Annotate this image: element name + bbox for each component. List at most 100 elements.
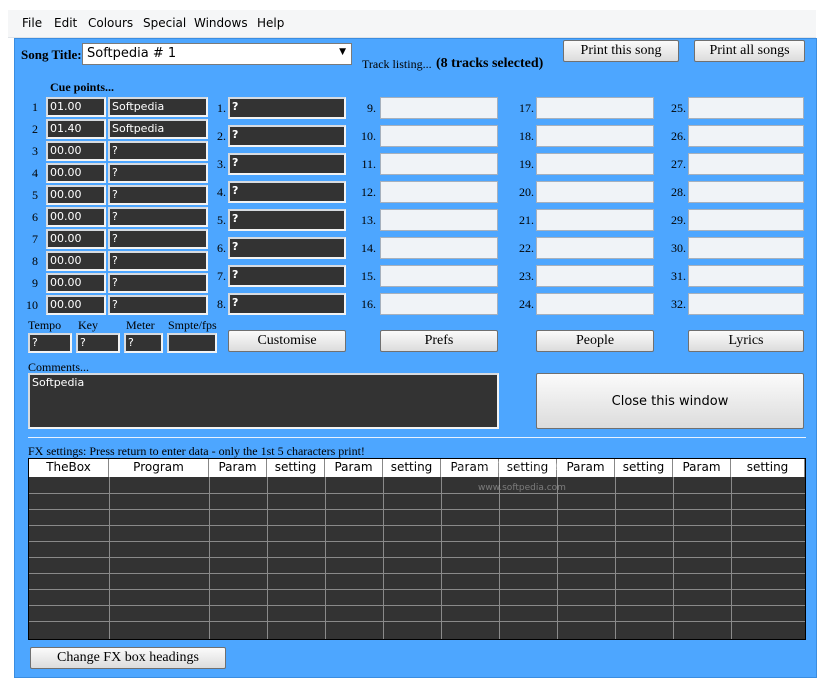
close-window-button[interactable]: Close this window (536, 373, 804, 429)
cue-name-input[interactable]: ? (108, 185, 208, 205)
fx-column-header[interactable]: Param (325, 459, 383, 477)
fx-column-header[interactable]: Param (557, 459, 615, 477)
track-number: 27. (671, 157, 686, 171)
fx-column-header[interactable]: Program (109, 459, 209, 477)
customise-button[interactable]: Customise (228, 330, 346, 352)
cue-time-input[interactable]: 00.00 (46, 185, 106, 205)
track-input[interactable] (536, 97, 654, 119)
track-input[interactable] (688, 265, 804, 287)
meter-label: Meter (126, 318, 155, 332)
cue-time-input[interactable]: 01.00 (46, 97, 106, 117)
fx-column-header[interactable]: setting (267, 459, 325, 477)
fx-table-body[interactable] (29, 477, 805, 639)
cue-name-input[interactable]: Softpedia (108, 119, 208, 139)
fx-column-line (441, 477, 442, 639)
track-number: 7. (217, 269, 226, 283)
track-input[interactable] (380, 181, 498, 203)
track-number: 29. (671, 213, 686, 227)
track-input[interactable] (380, 153, 498, 175)
tracks-selected-count: (8 tracks selected) (436, 56, 544, 71)
meter-input[interactable]: ? (124, 333, 163, 353)
track-number: 31. (671, 269, 686, 283)
track-input[interactable]: ? (228, 293, 346, 315)
track-input[interactable]: ? (228, 97, 346, 119)
lyrics-button[interactable]: Lyrics (688, 330, 804, 352)
comments-textarea[interactable]: Softpedia (28, 373, 499, 429)
track-number: 16. (361, 297, 376, 311)
fx-column-header[interactable]: TheBox (29, 459, 109, 477)
fx-column-line (267, 477, 268, 639)
track-input[interactable] (688, 125, 804, 147)
track-number: 12. (361, 185, 376, 199)
track-input[interactable] (380, 265, 498, 287)
cue-time-input[interactable]: 00.00 (46, 229, 106, 249)
menu-colours[interactable]: Colours (88, 16, 133, 30)
track-input[interactable]: ? (228, 265, 346, 287)
menu-windows[interactable]: Windows (194, 16, 248, 30)
track-input[interactable] (688, 237, 804, 259)
track-input[interactable] (380, 125, 498, 147)
track-input[interactable] (688, 293, 804, 315)
key-input[interactable]: ? (76, 333, 120, 353)
track-input[interactable]: ? (228, 125, 346, 147)
smpte-input[interactable] (167, 333, 217, 353)
track-input[interactable]: ? (228, 153, 346, 175)
fx-column-header[interactable]: setting (615, 459, 673, 477)
cue-name-input[interactable]: Softpedia (108, 97, 208, 117)
change-fx-headings-button[interactable]: Change FX box headings (30, 647, 226, 669)
track-input[interactable]: ? (228, 181, 346, 203)
tempo-input[interactable]: ? (28, 333, 72, 353)
fx-column-line (209, 477, 210, 639)
cue-time-input[interactable]: 00.00 (46, 251, 106, 271)
track-input[interactable] (536, 265, 654, 287)
track-input[interactable] (380, 209, 498, 231)
menu-help[interactable]: Help (257, 16, 284, 30)
track-input[interactable] (380, 237, 498, 259)
fx-row-line (29, 621, 805, 622)
cue-time-input[interactable]: 00.00 (46, 207, 106, 227)
track-input[interactable] (536, 237, 654, 259)
fx-column-header[interactable]: Param (673, 459, 731, 477)
cue-name-input[interactable]: ? (108, 141, 208, 161)
track-input[interactable] (380, 293, 498, 315)
track-input[interactable]: ? (228, 209, 346, 231)
track-input[interactable] (688, 97, 804, 119)
track-input[interactable] (380, 97, 498, 119)
fx-column-line (615, 477, 616, 639)
cue-time-input[interactable]: 00.00 (46, 141, 106, 161)
track-input[interactable]: ? (228, 237, 346, 259)
song-title-select[interactable]: Softpedia # 1 ▼ (82, 43, 352, 65)
cue-time-input[interactable]: 01.40 (46, 119, 106, 139)
track-input[interactable] (688, 209, 804, 231)
prefs-button[interactable]: Prefs (380, 330, 498, 352)
menu-special[interactable]: Special (143, 16, 186, 30)
print-song-button[interactable]: Print this song (563, 40, 679, 62)
people-button[interactable]: People (536, 330, 654, 352)
cue-name-input[interactable]: ? (108, 273, 208, 293)
cue-name-input[interactable]: ? (108, 207, 208, 227)
cue-name-input[interactable]: ? (108, 251, 208, 271)
track-input[interactable] (688, 181, 804, 203)
fx-column-header[interactable]: setting (383, 459, 441, 477)
print-all-songs-button[interactable]: Print all songs (694, 40, 805, 62)
track-input[interactable] (536, 153, 654, 175)
track-input[interactable] (536, 181, 654, 203)
track-input[interactable] (688, 153, 804, 175)
key-label: Key (78, 318, 98, 332)
cue-time-input[interactable]: 00.00 (46, 273, 106, 293)
track-input[interactable] (536, 293, 654, 315)
fx-column-header[interactable]: Param (209, 459, 267, 477)
menu-edit[interactable]: Edit (54, 16, 77, 30)
menu-file[interactable]: File (22, 16, 42, 30)
cue-name-input[interactable]: ? (108, 163, 208, 183)
fx-row-line (29, 573, 805, 574)
cue-name-input[interactable]: ? (108, 229, 208, 249)
track-input[interactable] (536, 125, 654, 147)
cue-name-input[interactable]: ? (108, 295, 208, 315)
fx-column-header[interactable]: setting (731, 459, 805, 477)
cue-time-input[interactable]: 00.00 (46, 295, 106, 315)
cue-time-input[interactable]: 00.00 (46, 163, 106, 183)
track-input[interactable] (536, 209, 654, 231)
fx-column-line (673, 477, 674, 639)
watermark-url: www.softpedia.com (478, 483, 566, 493)
